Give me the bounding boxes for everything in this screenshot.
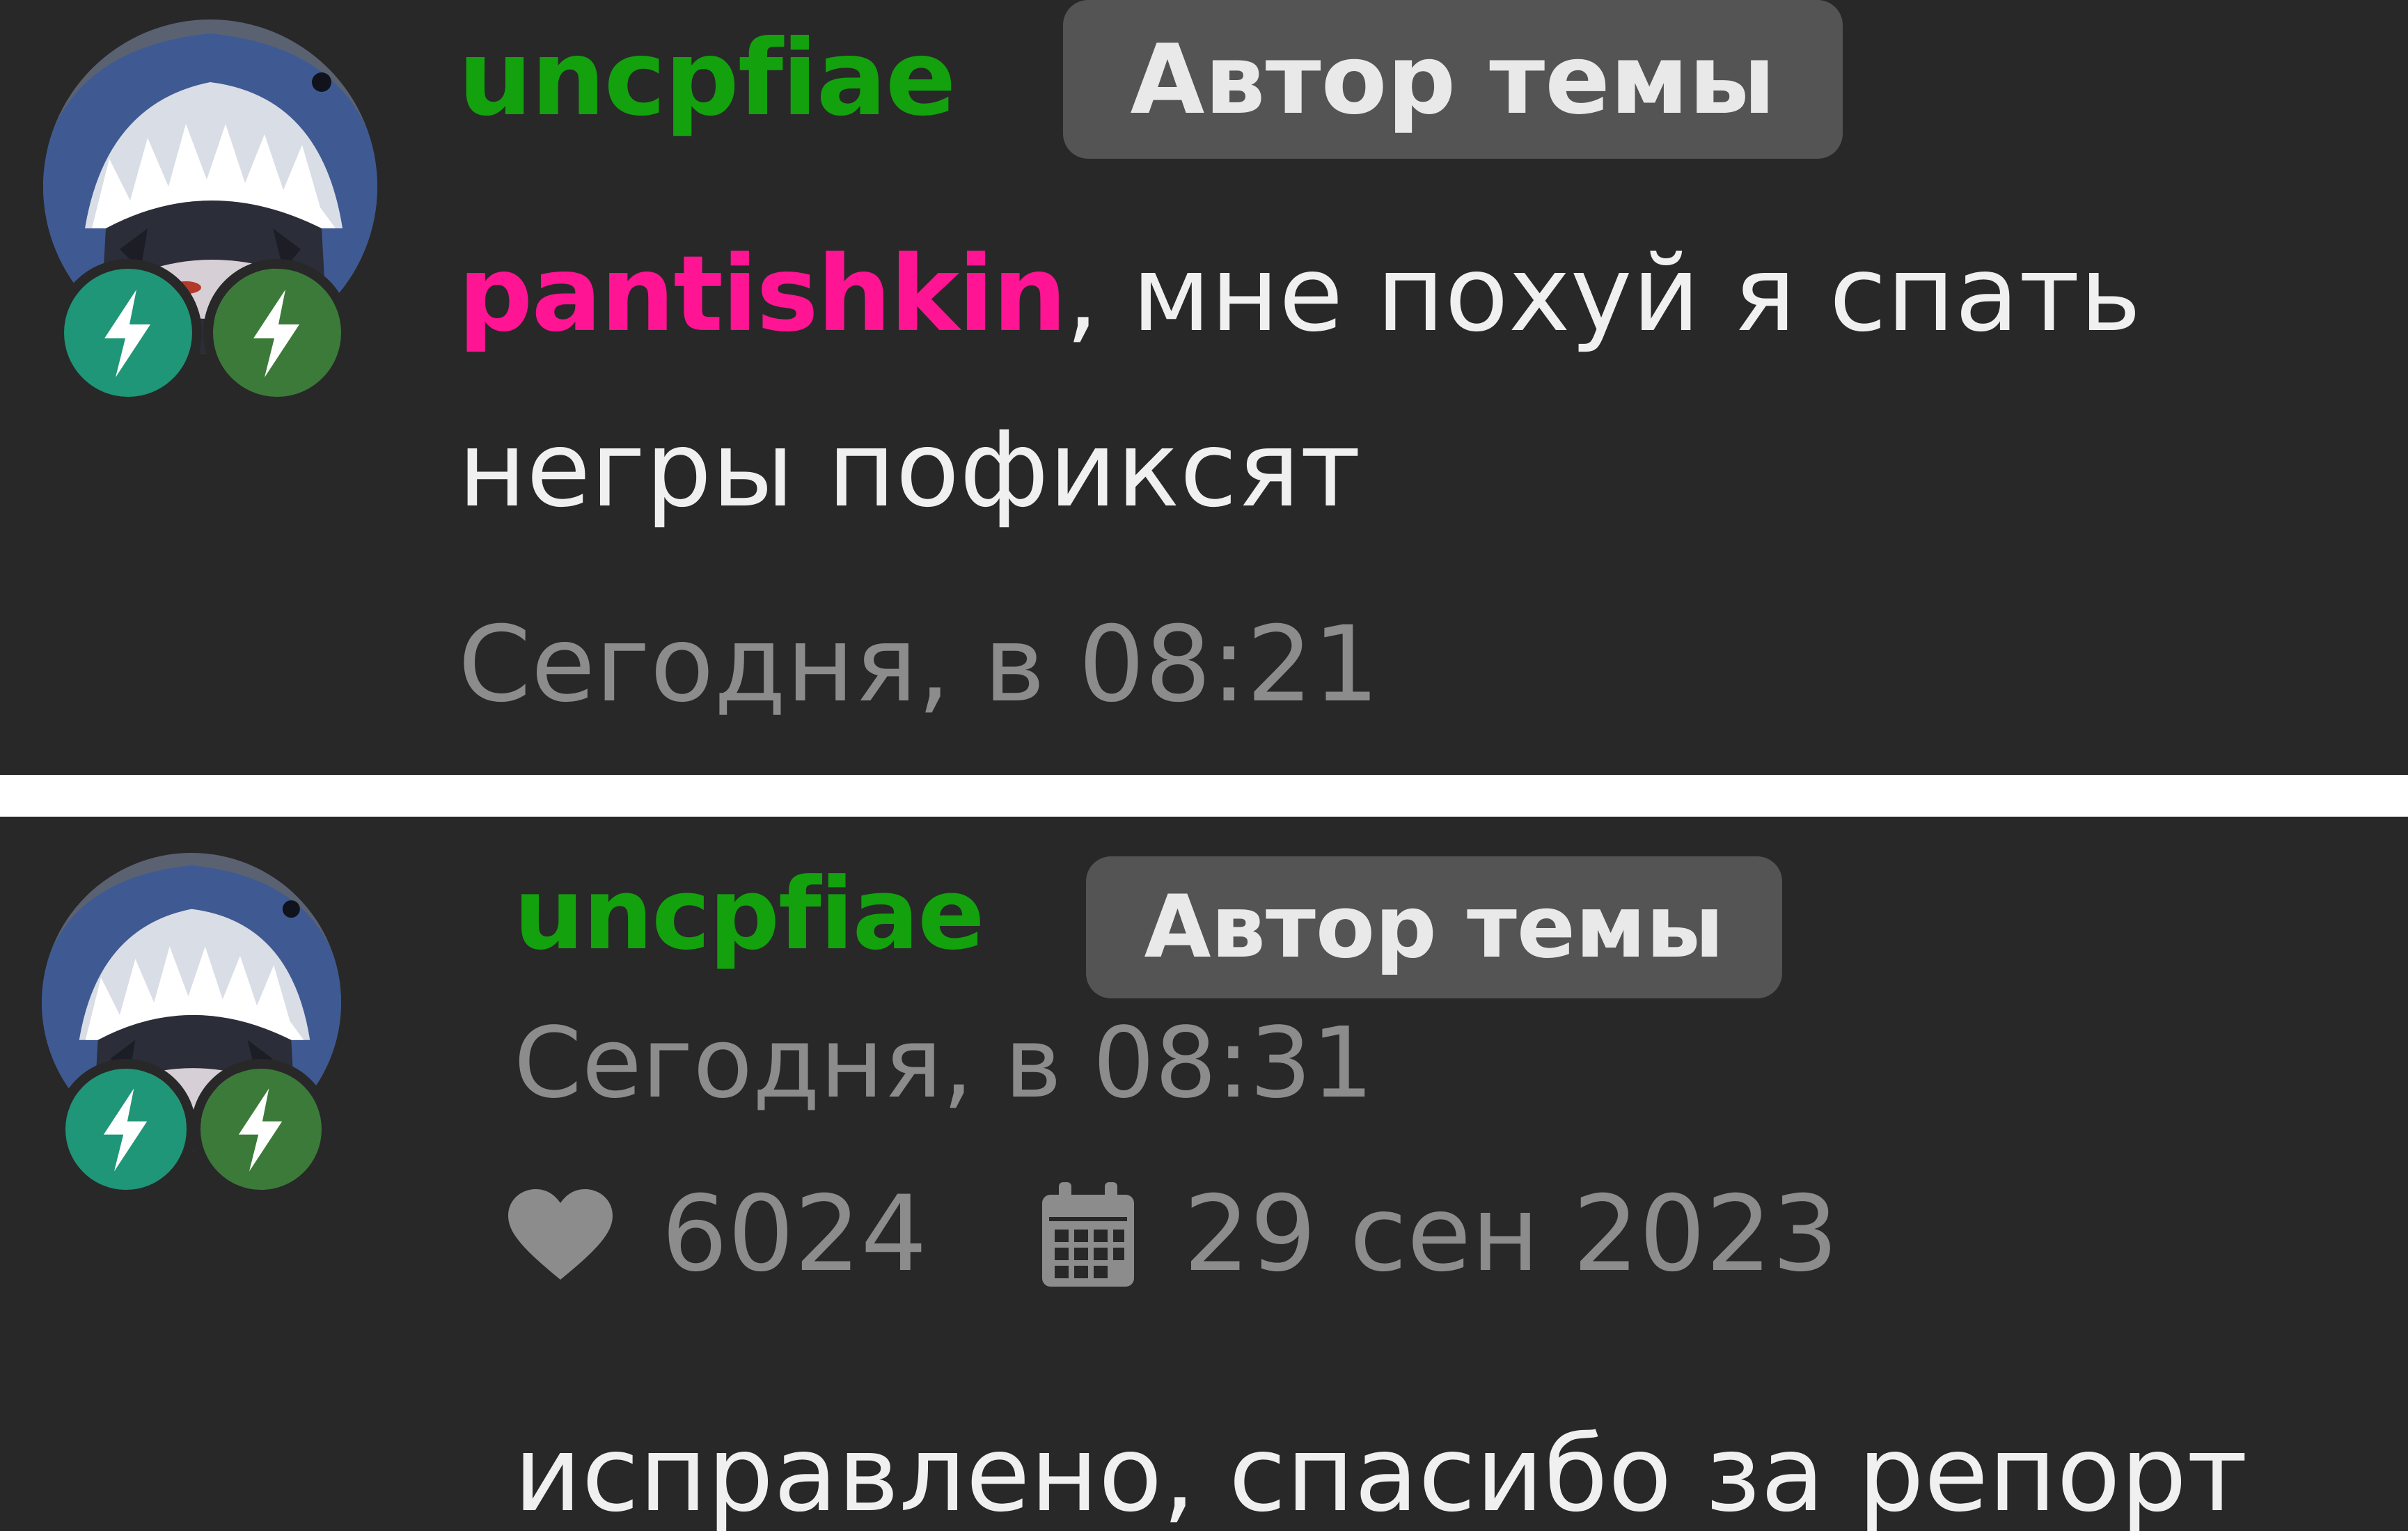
- author-tag: Автор темы: [1086, 856, 1782, 998]
- message-text: негры пофиксят: [458, 409, 1361, 531]
- username-link[interactable]: uncpfiae: [514, 865, 985, 964]
- post-card-1: uncpfiae Автор темы pantishkin, мне поху…: [0, 0, 2408, 775]
- author-tag: Автор темы: [1063, 0, 1843, 159]
- post-card-2: uncpfiae Автор темы Сегодня, в 08:31 602…: [0, 817, 2408, 1531]
- lightning-badge-icon[interactable]: [203, 259, 351, 407]
- lightning-badge-icon[interactable]: [54, 259, 202, 407]
- calendar-icon: [1042, 1182, 1134, 1287]
- lightning-badge-icon[interactable]: [191, 1059, 331, 1200]
- mention-link[interactable]: pantishkin: [458, 234, 1067, 355]
- likes-count: 6024: [661, 1174, 927, 1295]
- post-timestamp[interactable]: Сегодня, в 08:21: [458, 613, 1379, 717]
- message-text: , мне похуй я спать: [1065, 234, 2141, 355]
- message-text: исправлено, спасибо за репорт: [514, 1414, 2248, 1531]
- message-line: pantishkin, мне похуй я спать: [458, 242, 2141, 347]
- username-link[interactable]: uncpfiae: [458, 26, 956, 131]
- message-line: негры пофиксят: [458, 418, 1361, 522]
- join-date: 29 сен 2023: [1183, 1174, 1839, 1295]
- heart-icon: [508, 1189, 613, 1280]
- post-timestamp[interactable]: Сегодня, в 08:31: [514, 1015, 1374, 1113]
- lightning-badge-icon[interactable]: [56, 1059, 196, 1200]
